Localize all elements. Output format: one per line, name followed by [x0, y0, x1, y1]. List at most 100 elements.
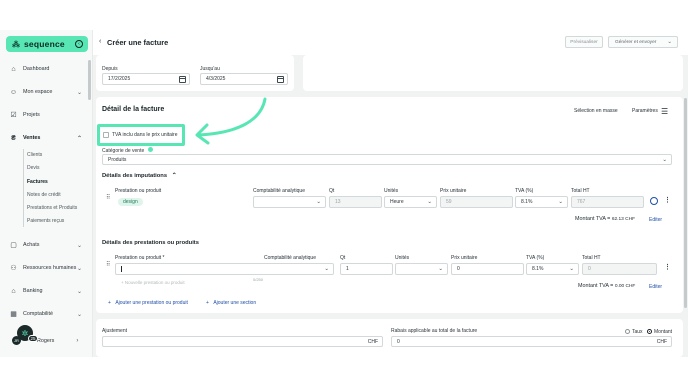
generate-send-label: Générer et envoyer: [615, 39, 657, 45]
imputation-total-input: 767: [571, 196, 644, 208]
imputation-vat-select[interactable]: 8.1% ⌄: [515, 196, 568, 208]
sidebar-item-label: Ressources humaines: [23, 265, 77, 271]
add-item-label: Ajouter une prestation ou produit: [115, 300, 188, 306]
vat-amount-value: 62.13 CHF: [611, 217, 636, 222]
sidebar-subitem-prestations-produits[interactable]: Prestations et Produits: [27, 205, 77, 211]
check-square-icon: ☑: [10, 112, 17, 119]
col-vat: TVA (%): [515, 188, 534, 194]
sidebar-item-achats[interactable]: ▢ Achats ⌄: [10, 240, 86, 250]
sales-category-value: Produits: [108, 156, 127, 163]
sidebar-item-projets[interactable]: ☑ Projets: [10, 110, 86, 120]
col-product: Prestation ou produit *: [115, 255, 165, 261]
drag-handle-icon[interactable]: ⠿: [106, 194, 110, 201]
product-unit-select[interactable]: ⌄: [395, 263, 448, 275]
add-item-button[interactable]: + Ajouter une prestation ou produit: [108, 300, 188, 306]
vat-included-checkbox[interactable]: [103, 132, 109, 138]
from-date-input[interactable]: 17/2/2025: [102, 73, 190, 85]
home-icon: ⌂: [11, 65, 16, 73]
sales-category-select[interactable]: Produits ⌄: [102, 154, 672, 165]
imputation-unit-value: Heure: [390, 199, 404, 205]
chevron-down-icon: ⌄: [76, 89, 82, 96]
page-header: ‹ Créer une facture Prévisualiser Génére…: [93, 30, 688, 55]
menu-lines-icon[interactable]: ☰: [661, 107, 668, 116]
adjustment-input[interactable]: CHF: [102, 336, 383, 347]
sidebar-scrollbar[interactable]: [88, 60, 91, 100]
sidebar-item-rh[interactable]: ⚇ Ressources humaines ⌄: [10, 263, 86, 273]
drag-handle-icon[interactable]: ⠿: [106, 261, 110, 268]
sidebar-item-comptabilite[interactable]: ▦ Comptabilité ⌄: [10, 309, 86, 319]
calendar-icon[interactable]: [277, 76, 284, 83]
edit-imputations-link[interactable]: Editer: [649, 217, 662, 223]
clock-icon[interactable]: [650, 197, 658, 205]
settings-link[interactable]: Paramètres: [632, 108, 658, 114]
amount-radio[interactable]: [647, 329, 652, 334]
sequence-logo-icon: ⁂: [12, 39, 20, 49]
chevron-down-icon: ⌄: [662, 156, 667, 163]
imputation-product-cell: design: [115, 196, 251, 208]
col-qty: Qt: [340, 255, 346, 261]
imputation-qty-input[interactable]: 13: [329, 196, 382, 208]
chevron-left-icon[interactable]: ‹: [99, 38, 101, 45]
notification-badge: 25: [28, 335, 38, 342]
main-scrollbar[interactable]: [684, 98, 687, 308]
sidebar-subitem-devis[interactable]: Devis: [27, 165, 40, 171]
imputation-analytics-select[interactable]: ⌄: [253, 196, 326, 208]
col-unit-price: Prix unitaire: [451, 255, 478, 261]
bulk-select-link[interactable]: Sélection en masse: [574, 108, 618, 114]
rate-radio[interactable]: [625, 329, 630, 334]
char-count: 0/250: [253, 277, 264, 282]
new-item-hint[interactable]: + Nouvelle prestation ou produit: [121, 280, 185, 285]
sidebar-item-ventes[interactable]: ₴ Ventes ⌃: [10, 133, 86, 143]
vat-amount-label: Montant TVA =: [578, 283, 614, 289]
product-qty-input[interactable]: 1: [340, 263, 393, 275]
col-unit-price: Prix unitaire: [440, 188, 467, 194]
product-price-input[interactable]: 0: [451, 263, 524, 275]
imputations-title[interactable]: Détails des imputations ⌃: [102, 173, 177, 179]
preview-button[interactable]: Prévisualiser: [565, 36, 603, 48]
sidebar-subitem-factures[interactable]: Factures: [27, 179, 48, 185]
sidebar-subitem-clients[interactable]: Clients: [27, 152, 42, 158]
discount-input[interactable]: 0 CHF: [391, 336, 672, 347]
discount-value: 0: [397, 338, 400, 345]
col-total: Total HT: [571, 188, 590, 194]
sidebar-item-banking[interactable]: ⌂ Banking ⌄: [10, 286, 86, 296]
sidebar-subitem-paiements-recus[interactable]: Paiements reçus: [27, 218, 64, 224]
generate-send-button[interactable]: Générer et envoyer ⌄: [608, 36, 678, 48]
col-analytics: Comptabilité analytique: [253, 188, 305, 194]
more-options-icon[interactable]: ⋮: [664, 196, 671, 204]
imputation-price-input[interactable]: 59: [440, 196, 513, 208]
sidebar-subitem-notes-credit[interactable]: Notes de crédit: [27, 192, 61, 198]
edit-products-link[interactable]: Editer: [649, 284, 662, 290]
sidebar-item-dashboard[interactable]: ⌂ Dashboard: [10, 64, 86, 74]
submenu-guide: [23, 149, 24, 227]
app-window: ⁂ sequence ‹ ⌂ Dashboard ☺ Mon espace ⌄ …: [0, 0, 688, 387]
discount-currency: CHF: [656, 338, 667, 345]
collapse-sidebar-icon[interactable]: ‹: [75, 40, 83, 48]
tutorial-arrow-icon: [195, 97, 267, 145]
add-section-button[interactable]: + Ajouter une section: [206, 300, 256, 306]
sidebar-item-label: Mon espace: [23, 89, 53, 95]
sidebar-item-label: Projets: [23, 112, 40, 118]
brand-name: sequence: [24, 39, 65, 49]
sidebar-item-label: Banking: [23, 288, 43, 294]
sidebar-item-label: Achats: [23, 242, 40, 248]
product-tag[interactable]: design: [118, 198, 143, 206]
discount-label: Rabais applicable au total de la facture: [391, 328, 478, 334]
adjustment-currency: CHF: [367, 338, 378, 345]
more-options-icon[interactable]: ⋮: [664, 263, 671, 271]
chevron-down-icon: ⌄: [427, 199, 432, 205]
imputations-vat-total: Montant TVA = 62.13 CHF: [575, 216, 635, 222]
col-vat: TVA (%): [526, 255, 545, 261]
product-vat-select[interactable]: 8.1% ⌄: [526, 263, 579, 275]
sidebar-item-mon-espace[interactable]: ☺ Mon espace ⌄: [10, 87, 86, 97]
brand-logo[interactable]: ⁂ sequence ‹: [6, 36, 88, 52]
calendar-icon[interactable]: [179, 76, 186, 83]
col-units: Unités: [384, 188, 399, 194]
to-date-input[interactable]: 4/3/2025: [200, 73, 288, 85]
col-product: Prestation ou produit: [115, 188, 162, 194]
imputation-unit-select[interactable]: Heure ⌄: [384, 196, 437, 208]
product-select-input[interactable]: ⌄: [115, 263, 334, 275]
chevron-down-icon: ⌄: [76, 242, 82, 249]
invoice-detail-title: Détail de la facture: [102, 106, 165, 113]
rate-radio-label: Taux: [632, 329, 643, 335]
